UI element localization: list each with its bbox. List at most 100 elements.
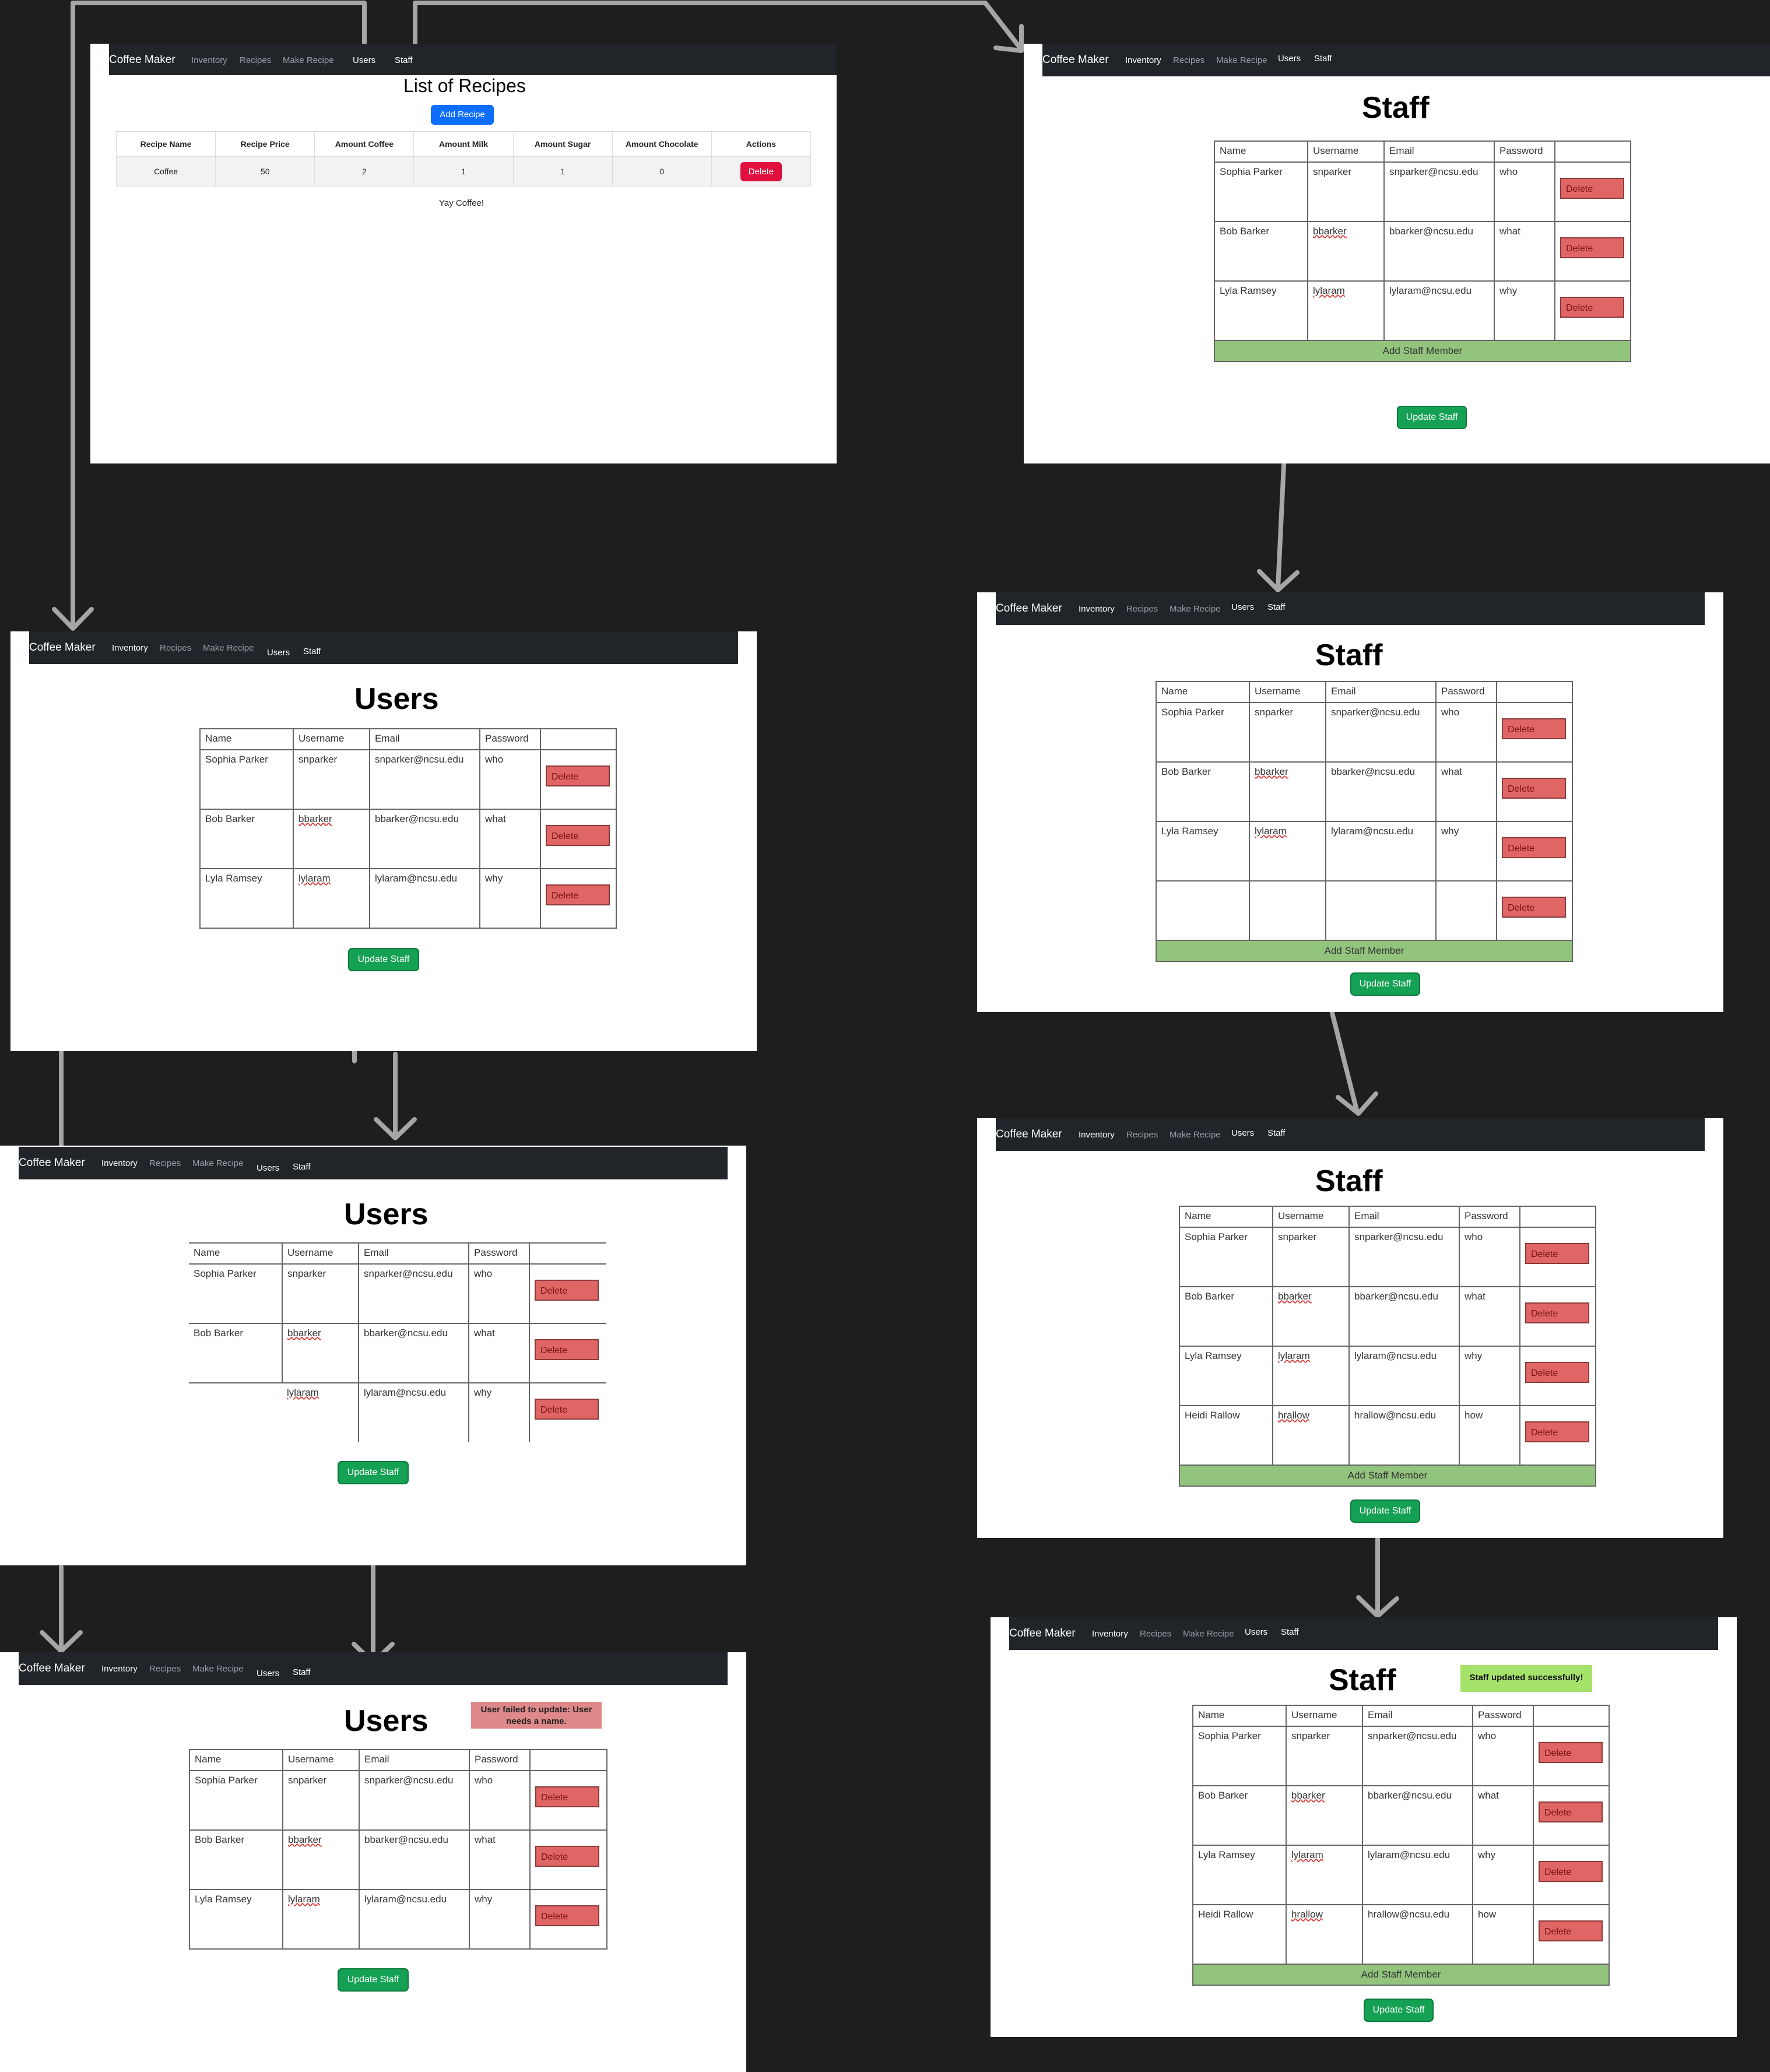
name-cell[interactable]: Bob Barker bbox=[199, 809, 294, 869]
password-cell[interactable]: why bbox=[1435, 821, 1497, 882]
brand-logo[interactable]: Coffee Maker bbox=[996, 1128, 1062, 1141]
brand-logo[interactable]: Coffee Maker bbox=[109, 54, 175, 66]
name-cell[interactable]: Sophia Parker bbox=[1179, 1227, 1273, 1287]
add-recipe-button[interactable]: Add Recipe bbox=[431, 105, 494, 125]
nav-recipes[interactable]: Recipes bbox=[160, 643, 191, 653]
name-cell[interactable]: Sophia Parker bbox=[1214, 161, 1308, 222]
update-staff-button[interactable]: Update Staff bbox=[1364, 1999, 1434, 2022]
email-cell[interactable]: lylaram@ncsu.edu bbox=[359, 1382, 469, 1442]
nav-staff[interactable]: Staff bbox=[1281, 1627, 1299, 1637]
nav-recipes[interactable]: Recipes bbox=[240, 55, 271, 65]
nav-make-recipe[interactable]: Make Recipe bbox=[192, 1664, 244, 1674]
nav-staff[interactable]: Staff bbox=[303, 647, 321, 656]
email-cell[interactable]: snparker@ncsu.edu bbox=[359, 1770, 470, 1831]
username-cell[interactable]: lylaram bbox=[1249, 821, 1326, 882]
nav-make-recipe[interactable]: Make Recipe bbox=[1216, 55, 1267, 65]
nav-inventory[interactable]: Inventory bbox=[1092, 1629, 1128, 1639]
update-staff-button[interactable]: Update Staff bbox=[338, 1968, 409, 1992]
nav-inventory[interactable]: Inventory bbox=[112, 643, 148, 653]
password-cell[interactable]: why bbox=[469, 1382, 530, 1442]
password-cell[interactable]: what bbox=[469, 1323, 530, 1383]
nav-make-recipe[interactable]: Make Recipe bbox=[1183, 1629, 1234, 1639]
username-cell[interactable]: bbarker bbox=[282, 1323, 359, 1383]
password-cell[interactable]: how bbox=[1459, 1405, 1520, 1466]
name-cell[interactable]: Bob Barker bbox=[189, 1323, 283, 1383]
password-cell[interactable]: what bbox=[1435, 761, 1497, 822]
username-cell[interactable]: snparker bbox=[1272, 1227, 1350, 1287]
username-cell[interactable]: snparker bbox=[282, 1263, 359, 1324]
email-cell[interactable]: lylaram@ncsu.edu bbox=[1383, 280, 1495, 341]
email-cell[interactable]: lylaram@ncsu.edu bbox=[1325, 821, 1437, 882]
add-staff-button[interactable]: Add Staff Member bbox=[1179, 1465, 1596, 1487]
username-cell[interactable]: bbarker bbox=[1307, 221, 1385, 282]
delete-button[interactable]: Delete bbox=[1502, 837, 1566, 858]
password-cell[interactable]: who bbox=[1494, 161, 1555, 222]
nav-users[interactable]: Users bbox=[257, 1669, 279, 1678]
name-cell[interactable]: Lyla Ramsey bbox=[189, 1889, 283, 1950]
password-cell[interactable]: why bbox=[1494, 280, 1555, 341]
delete-button[interactable]: Delete bbox=[535, 1399, 599, 1420]
name-cell[interactable]: Bob Barker bbox=[189, 1829, 283, 1890]
delete-button[interactable]: Delete bbox=[1502, 778, 1566, 799]
name-cell[interactable]: Lyla Ramsey bbox=[1156, 821, 1250, 882]
name-cell[interactable]: Heidi Rallow bbox=[1179, 1405, 1273, 1466]
password-cell[interactable] bbox=[1435, 880, 1497, 941]
brand-logo[interactable]: Coffee Maker bbox=[29, 641, 96, 654]
nav-recipes[interactable]: Recipes bbox=[1140, 1629, 1171, 1639]
password-cell[interactable]: what bbox=[1494, 221, 1555, 282]
email-cell[interactable]: snparker@ncsu.edu bbox=[1325, 702, 1437, 763]
nav-make-recipe[interactable]: Make Recipe bbox=[283, 55, 334, 65]
nav-recipes[interactable]: Recipes bbox=[1126, 1130, 1158, 1140]
email-cell[interactable]: bbarker@ncsu.edu bbox=[359, 1829, 470, 1890]
username-cell[interactable]: bbarker bbox=[1286, 1785, 1363, 1846]
email-cell[interactable]: hrallow@ncsu.edu bbox=[1362, 1904, 1473, 1965]
username-cell[interactable]: lylaram bbox=[1307, 280, 1385, 341]
email-cell[interactable]: snparker@ncsu.edu bbox=[1362, 1726, 1473, 1786]
update-staff-button[interactable]: Update Staff bbox=[338, 1461, 409, 1484]
password-cell[interactable]: what bbox=[1459, 1286, 1520, 1347]
password-cell[interactable]: how bbox=[1472, 1904, 1534, 1965]
nav-users[interactable]: Users bbox=[257, 1163, 279, 1173]
username-cell[interactable]: bbarker bbox=[293, 809, 370, 869]
delete-button[interactable]: Delete bbox=[1539, 1801, 1603, 1822]
delete-button[interactable]: Delete bbox=[1525, 1362, 1589, 1383]
delete-button[interactable]: Delete bbox=[1525, 1302, 1589, 1323]
name-cell[interactable] bbox=[1156, 880, 1250, 941]
brand-logo[interactable]: Coffee Maker bbox=[996, 602, 1062, 615]
delete-button[interactable]: Delete bbox=[535, 1280, 599, 1301]
delete-button[interactable]: Delete bbox=[535, 1846, 599, 1867]
email-cell[interactable]: bbarker@ncsu.edu bbox=[1348, 1286, 1460, 1347]
name-cell[interactable]: Lyla Ramsey bbox=[1179, 1346, 1273, 1406]
name-cell[interactable]: Bob Barker bbox=[1179, 1286, 1273, 1347]
nav-make-recipe[interactable]: Make Recipe bbox=[203, 643, 254, 653]
brand-logo[interactable]: Coffee Maker bbox=[19, 1157, 85, 1170]
nav-recipes[interactable]: Recipes bbox=[149, 1664, 181, 1674]
username-cell[interactable]: snparker bbox=[293, 749, 370, 810]
username-cell[interactable]: bbarker bbox=[1249, 761, 1326, 822]
name-cell[interactable]: Sophia Parker bbox=[1192, 1726, 1287, 1786]
email-cell[interactable]: bbarker@ncsu.edu bbox=[369, 809, 480, 869]
password-cell[interactable]: why bbox=[1459, 1346, 1520, 1406]
delete-button[interactable]: Delete bbox=[535, 1339, 599, 1360]
delete-button[interactable]: Delete bbox=[1560, 237, 1624, 258]
email-cell[interactable]: snparker@ncsu.edu bbox=[1383, 161, 1495, 222]
email-cell[interactable]: snparker@ncsu.edu bbox=[359, 1263, 469, 1324]
username-cell[interactable]: snparker bbox=[1307, 161, 1385, 222]
name-cell[interactable]: Lyla Ramsey bbox=[199, 868, 294, 929]
password-cell[interactable]: why bbox=[469, 1889, 531, 1950]
nav-staff[interactable]: Staff bbox=[1314, 54, 1332, 64]
delete-button[interactable]: Delete bbox=[535, 1905, 599, 1926]
nav-make-recipe[interactable]: Make Recipe bbox=[1170, 1130, 1221, 1140]
username-cell[interactable]: snparker bbox=[282, 1770, 360, 1831]
name-cell[interactable]: Bob Barker bbox=[1214, 221, 1308, 282]
brand-logo[interactable]: Coffee Maker bbox=[1009, 1627, 1076, 1640]
delete-button[interactable]: Delete bbox=[1502, 897, 1566, 918]
password-cell[interactable]: why bbox=[1472, 1845, 1534, 1905]
email-cell[interactable]: lylaram@ncsu.edu bbox=[369, 868, 480, 929]
email-cell[interactable]: bbarker@ncsu.edu bbox=[1362, 1785, 1473, 1846]
nav-users[interactable]: Users bbox=[267, 648, 290, 658]
email-cell[interactable] bbox=[1325, 880, 1437, 941]
username-cell[interactable]: lylaram bbox=[1272, 1346, 1350, 1406]
username-cell[interactable]: lylaram bbox=[293, 868, 370, 929]
delete-button[interactable]: Delete bbox=[1560, 178, 1624, 199]
